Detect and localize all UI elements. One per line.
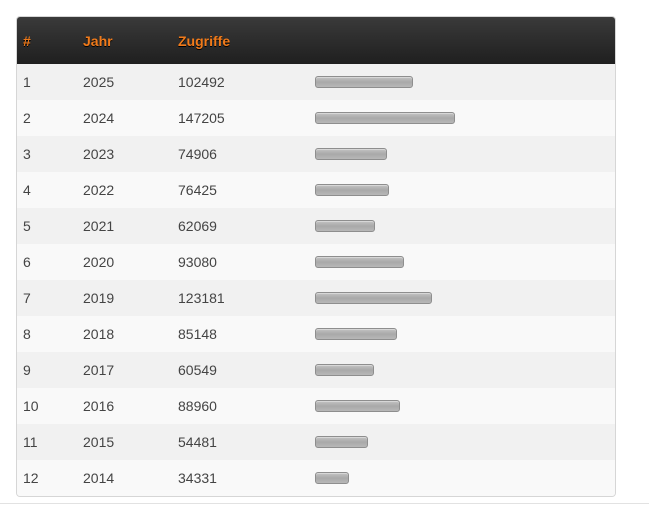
row-bar-cell: [312, 460, 615, 496]
hits-bar: [315, 436, 368, 448]
row-bar-cell: [312, 352, 615, 388]
hits-bar: [315, 364, 374, 376]
hits-bar: [315, 472, 349, 484]
hits-bar: [315, 328, 397, 340]
row-bar-cell: [312, 172, 615, 208]
table-row: 3 2023 74906: [17, 136, 615, 172]
hits-bar: [315, 292, 432, 304]
row-bar-cell: [312, 100, 615, 136]
table-row: 8 2018 85148: [17, 316, 615, 352]
row-year: 2023: [83, 146, 115, 162]
row-year: 2021: [83, 218, 115, 234]
row-year: 2016: [83, 398, 115, 414]
header-hits: Zugriffe: [178, 32, 231, 49]
table-row: 1 2025 102492: [17, 64, 615, 100]
row-hits: 54481: [178, 434, 217, 450]
header-year: Jahr: [83, 32, 113, 49]
hits-bar: [315, 184, 389, 196]
row-hits: 34331: [178, 470, 217, 486]
row-hits: 102492: [178, 74, 225, 90]
row-number: 11: [23, 434, 38, 450]
row-year: 2024: [83, 110, 115, 126]
row-hits: 88960: [178, 398, 217, 414]
hits-bar: [315, 256, 404, 268]
table-row: 9 2017 60549: [17, 352, 615, 388]
row-number: 8: [23, 326, 31, 342]
row-hits: 85148: [178, 326, 217, 342]
row-bar-cell: [312, 424, 615, 460]
header-bar: [312, 17, 615, 64]
row-hits: 147205: [178, 110, 225, 126]
row-year: 2018: [83, 326, 115, 342]
hits-bar: [315, 220, 375, 232]
row-bar-cell: [312, 208, 615, 244]
row-hits: 93080: [178, 254, 217, 270]
row-number: 2: [23, 110, 31, 126]
row-number: 12: [23, 470, 39, 486]
table-row: 4 2022 76425: [17, 172, 615, 208]
table-row: 12 2014 34331: [17, 460, 615, 496]
row-bar-cell: [312, 244, 615, 280]
header-num: #: [23, 32, 31, 49]
header-row: # Jahr Zugriffe: [17, 17, 615, 64]
row-bar-cell: [312, 388, 615, 424]
table-header: # Jahr Zugriffe: [17, 17, 615, 64]
row-number: 3: [23, 146, 31, 162]
table-row: 7 2019 123181: [17, 280, 615, 316]
row-year: 2014: [83, 470, 115, 486]
row-hits: 123181: [178, 290, 225, 306]
row-hits: 60549: [178, 362, 217, 378]
table-row: 11 2015 54481: [17, 424, 615, 460]
access-stats-table: # Jahr Zugriffe 1 2025 102492 2 2024 147205 3 2…: [17, 17, 615, 496]
row-number: 7: [23, 290, 31, 306]
table-row: 2 2024 147205: [17, 100, 615, 136]
divider: [0, 503, 649, 504]
row-number: 9: [23, 362, 31, 378]
row-year: 2015: [83, 434, 115, 450]
row-number: 6: [23, 254, 31, 270]
table-row: 10 2016 88960: [17, 388, 615, 424]
row-bar-cell: [312, 316, 615, 352]
row-year: 2025: [83, 74, 115, 90]
row-number: 1: [23, 74, 31, 90]
stats-table-container: # Jahr Zugriffe 1 2025 102492 2 2024 147205 3 2…: [16, 16, 616, 497]
row-bar-cell: [312, 280, 615, 316]
row-bar-cell: [312, 64, 615, 100]
row-number: 4: [23, 182, 31, 198]
table-body: 1 2025 102492 2 2024 147205 3 2023 74906 4 2022 764…: [17, 64, 615, 496]
row-year: 2017: [83, 362, 115, 378]
row-year: 2022: [83, 182, 115, 198]
row-number: 5: [23, 218, 31, 234]
table-row: 5 2021 62069: [17, 208, 615, 244]
row-number: 10: [23, 398, 39, 414]
row-hits: 76425: [178, 182, 217, 198]
hits-bar: [315, 400, 400, 412]
table-row: 6 2020 93080: [17, 244, 615, 280]
row-year: 2019: [83, 290, 115, 306]
hits-bar: [315, 112, 455, 124]
row-bar-cell: [312, 136, 615, 172]
hits-bar: [315, 76, 413, 88]
hits-bar: [315, 148, 387, 160]
row-hits: 74906: [178, 146, 217, 162]
row-hits: 62069: [178, 218, 217, 234]
row-year: 2020: [83, 254, 115, 270]
